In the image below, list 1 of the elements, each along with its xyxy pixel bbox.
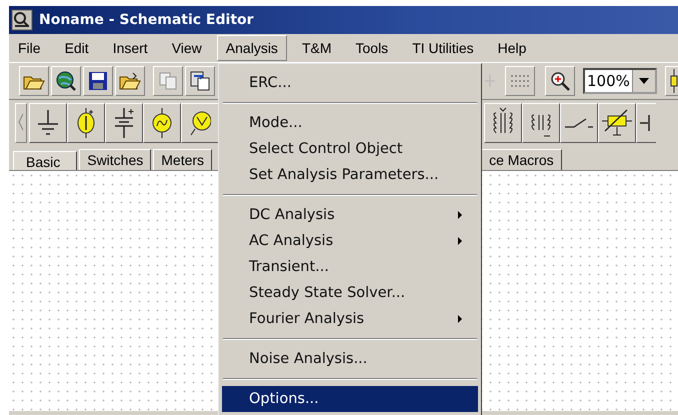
window-title: Noname - Schematic Editor: [39, 12, 254, 28]
